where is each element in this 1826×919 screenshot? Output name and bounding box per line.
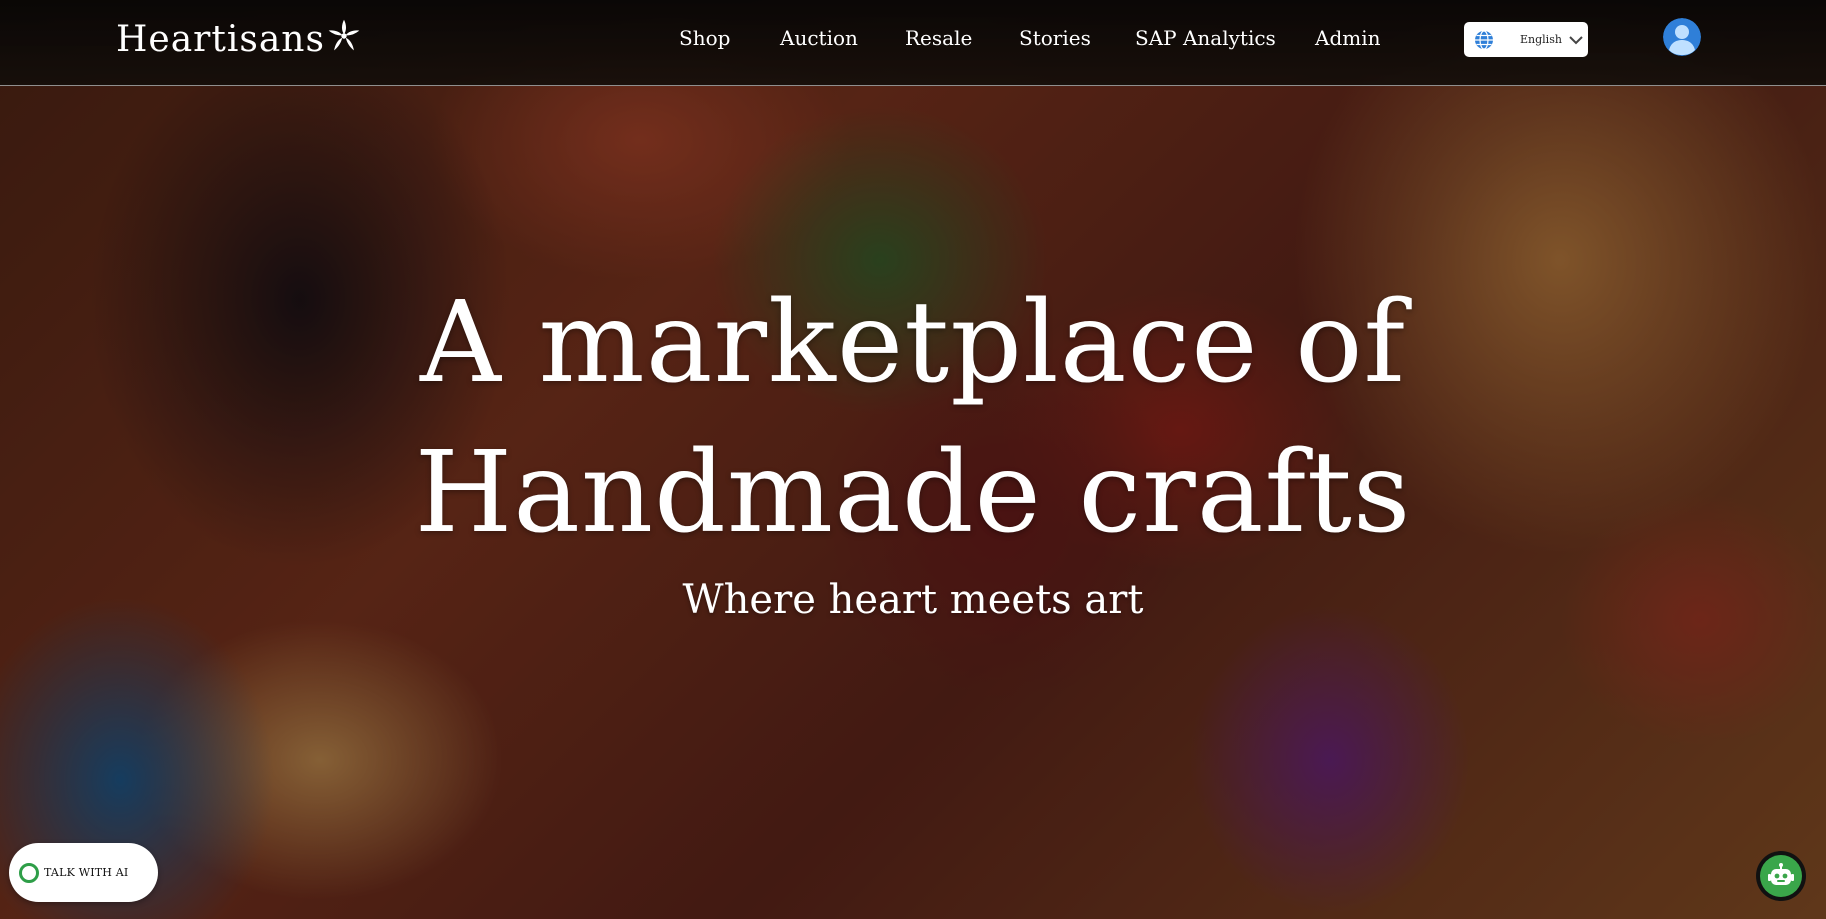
flower-star-icon bbox=[328, 19, 360, 51]
top-navbar: Heartisans Shop Auction Resale Stories S… bbox=[0, 0, 1826, 86]
nav-item-admin[interactable]: Admin bbox=[1315, 24, 1381, 52]
nav-item-resale[interactable]: Resale bbox=[905, 24, 972, 52]
chevron-down-icon bbox=[1569, 35, 1583, 44]
user-avatar-icon[interactable] bbox=[1663, 18, 1701, 56]
chatbot-button[interactable] bbox=[1756, 851, 1806, 901]
hero-title-line-2: Handmade crafts bbox=[414, 428, 1412, 558]
brand-name: Heartisans bbox=[116, 19, 325, 60]
talk-with-ai-button[interactable]: TALK WITH AI bbox=[9, 843, 158, 902]
chatbot-button-inner bbox=[1760, 855, 1802, 897]
hero-subtitle: Where heart meets art bbox=[682, 577, 1144, 623]
robot-icon bbox=[1768, 863, 1794, 885]
nav-item-auction[interactable]: Auction bbox=[780, 24, 858, 52]
nav-item-shop[interactable]: Shop bbox=[679, 24, 730, 52]
language-selected-label: English bbox=[1520, 33, 1562, 46]
globe-icon bbox=[1475, 29, 1493, 50]
status-ring-icon bbox=[19, 862, 39, 883]
language-select[interactable]: English bbox=[1464, 22, 1588, 57]
nav-item-sap-analytics[interactable]: SAP Analytics bbox=[1135, 24, 1276, 52]
nav-item-stories[interactable]: Stories bbox=[1019, 24, 1091, 52]
brand-logo[interactable]: Heartisans bbox=[116, 20, 362, 60]
hero-title-line-1: A marketplace of bbox=[420, 278, 1406, 408]
talk-with-ai-label: TALK WITH AI bbox=[44, 866, 129, 879]
page: Heartisans Shop Auction Resale Stories S… bbox=[0, 0, 1826, 919]
hero-title: A marketplace of Handmade crafts bbox=[0, 268, 1826, 568]
